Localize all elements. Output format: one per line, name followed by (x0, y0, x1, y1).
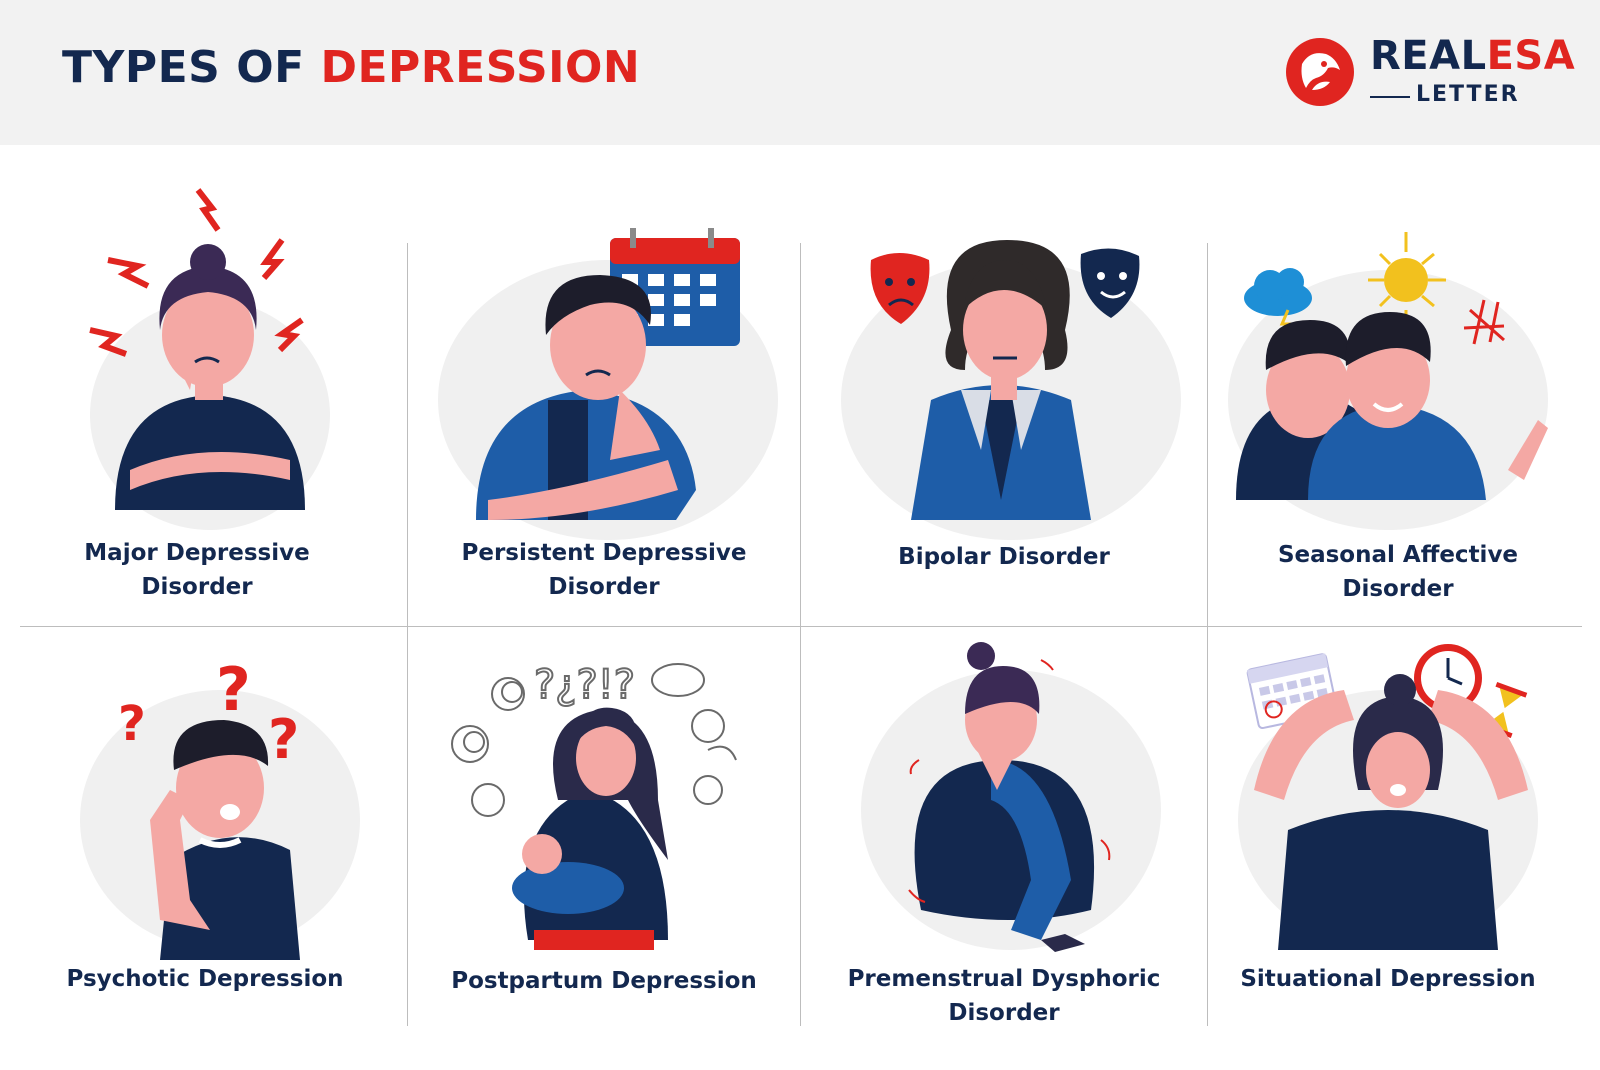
divider-row (20, 626, 1582, 627)
label-line-2: Disorder (948, 1000, 1060, 1026)
svg-text:?: ? (216, 655, 251, 725)
dog-cat-logo-icon (1286, 38, 1354, 106)
label-line-2: Disorder (141, 574, 253, 600)
card-persistent-depressive: Persistent Depressive Disorder (408, 170, 800, 626)
label-line-1: Seasonal Affective (1277, 542, 1519, 568)
card-bipolar: Bipolar Disorder (801, 170, 1207, 626)
label-line-1: Psychotic Depression (66, 966, 344, 992)
two-boys-weather-illustration-icon (1228, 232, 1548, 530)
card-label: Premenstrual Dysphoric Disorder (801, 962, 1207, 1030)
card-label: Psychotic Depression (20, 962, 390, 996)
card-label: Seasonal Affective Disorder (1208, 538, 1588, 606)
svg-text:?: ? (268, 708, 299, 771)
card-label: Persistent Depressive Disorder (408, 536, 800, 604)
svg-text:?¿?!?: ?¿?!? (534, 662, 635, 708)
card-premenstrual-dysphoric: Premenstrual Dysphoric Disorder (801, 640, 1207, 1040)
card-label: Major Depressive Disorder (20, 536, 374, 604)
logo-letter: LETTER (1416, 82, 1520, 107)
sad-man-calendar-illustration-icon (438, 228, 778, 540)
card-major-depressive: Major Depressive Disorder (20, 170, 407, 626)
mother-with-baby-illustration-icon: ?¿?!? (451, 661, 737, 950)
label-line-1: Major Depressive (84, 540, 310, 566)
stressed-woman-illustration-icon (89, 188, 330, 530)
label-line-2: Disorder (548, 574, 660, 600)
label-line-1: Postpartum Depression (451, 968, 757, 994)
logo-divider (1370, 96, 1410, 98)
label-line-1: Persistent Depressive (461, 540, 747, 566)
svg-text:?: ? (118, 696, 146, 752)
confused-man-question-marks-illustration-icon: ? ? ? (80, 655, 360, 960)
label-line-1: Bipolar Disorder (898, 544, 1110, 570)
crouching-woman-illustration-icon (861, 642, 1161, 952)
label-line-1: Situational Depression (1240, 966, 1536, 992)
woman-with-masks-illustration-icon (841, 240, 1181, 540)
logo-wordmark: REALESA (1370, 34, 1575, 78)
realesa-logo: REALESA LETTER (1282, 34, 1575, 114)
card-label: Bipolar Disorder (801, 540, 1207, 574)
label-line-1: Premenstrual Dysphoric (847, 966, 1161, 992)
stressed-woman-clock-illustration-icon (1238, 644, 1538, 950)
label-line-2: Disorder (1342, 576, 1454, 602)
card-seasonal-affective: Seasonal Affective Disorder (1208, 170, 1588, 626)
title-part-1: TYPES OF (62, 42, 321, 93)
card-postpartum: ?¿?!? Postpartum Depression (408, 640, 800, 1040)
card-situational: Situational Depression (1208, 640, 1588, 1040)
title-part-2: DEPRESSION (320, 42, 641, 93)
page-title: TYPES OF DEPRESSION (62, 42, 640, 93)
logo-real: REAL (1370, 33, 1487, 79)
logo-esa: ESA (1486, 33, 1576, 79)
card-label: Situational Depression (1208, 962, 1568, 996)
card-psychotic: ? ? ? Psychotic Depression (20, 640, 407, 1040)
card-label: Postpartum Depression (408, 964, 800, 998)
